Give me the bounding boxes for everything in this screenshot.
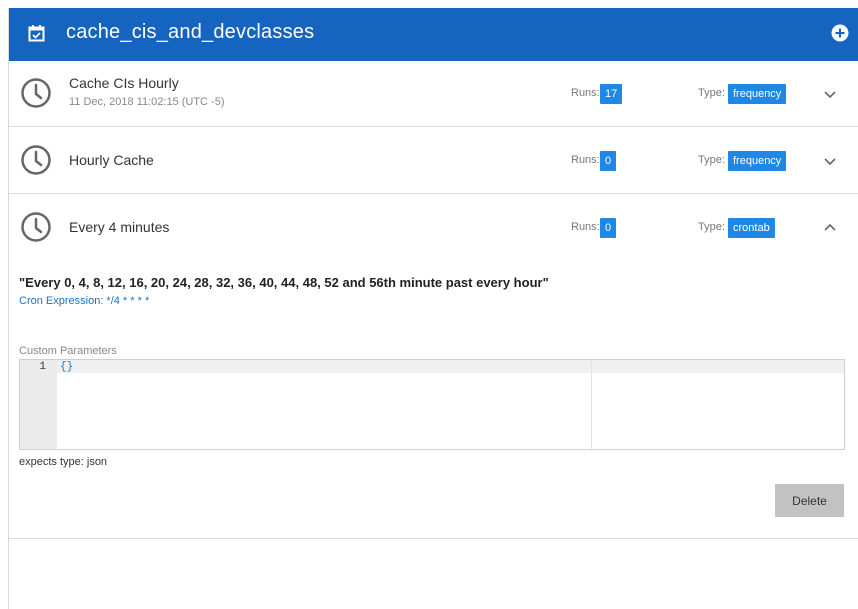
schedule-description: "Every 0, 4, 8, 12, 16, 20, 24, 28, 32, … [19, 275, 549, 290]
print-margin [591, 360, 592, 449]
clock-icon [21, 78, 51, 108]
runs-badge: 17 [600, 84, 623, 104]
expects-type-text: expects type: json [19, 456, 108, 468]
chevron-down-icon[interactable] [824, 158, 836, 166]
chevron-down-icon[interactable] [824, 91, 836, 99]
page-header: cache_cis_and_devclasses [9, 8, 858, 61]
type-badge: frequency [728, 151, 787, 171]
editor-code[interactable]: {} [60, 361, 73, 373]
runs-label: Runs: [571, 221, 600, 233]
custom-parameters-label: Custom Parameters [19, 345, 117, 357]
clock-icon [21, 212, 51, 242]
runs-label: Runs: [571, 154, 600, 166]
type-label: Type: [698, 87, 725, 99]
schedule-row-expanded[interactable]: Every 4 minutes Runs: 0 Type: crontab "E… [9, 194, 858, 539]
clock-icon [21, 145, 51, 175]
type-badge: frequency [728, 84, 787, 104]
schedule-row[interactable]: Cache CIs Hourly 11 Dec, 2018 11:02:15 (… [9, 61, 858, 127]
schedule-name: Every 4 minutes [69, 219, 170, 235]
runs-label: Runs: [571, 87, 600, 99]
calendar-check-icon [28, 25, 45, 42]
runs-badge: 0 [600, 218, 617, 238]
cron-expression: Cron Expression: */4 * * * * [19, 295, 150, 307]
plus-circle-icon[interactable] [831, 24, 849, 42]
type-label: Type: [698, 154, 725, 166]
page-title: cache_cis_and_devclasses [66, 21, 315, 43]
runs-badge: 0 [600, 151, 617, 171]
schedule-timestamp: 11 Dec, 2018 11:02:15 (UTC -5) [69, 96, 225, 108]
type-badge: crontab [728, 218, 775, 238]
editor-gutter: 1 [20, 360, 57, 449]
chevron-up-icon[interactable] [824, 223, 836, 231]
schedule-name: Hourly Cache [69, 152, 154, 168]
schedule-name: Cache CIs Hourly [69, 75, 179, 91]
type-label: Type: [698, 221, 725, 233]
line-number: 1 [39, 361, 46, 373]
delete-button[interactable]: Delete [775, 484, 844, 517]
app-frame: cache_cis_and_devclasses Cache CIs Hourl… [8, 8, 858, 609]
active-line [57, 360, 844, 373]
schedule-row[interactable]: Hourly Cache Runs: 0 Type: frequency [9, 127, 858, 194]
custom-parameters-editor[interactable]: 1 {} [19, 359, 845, 450]
